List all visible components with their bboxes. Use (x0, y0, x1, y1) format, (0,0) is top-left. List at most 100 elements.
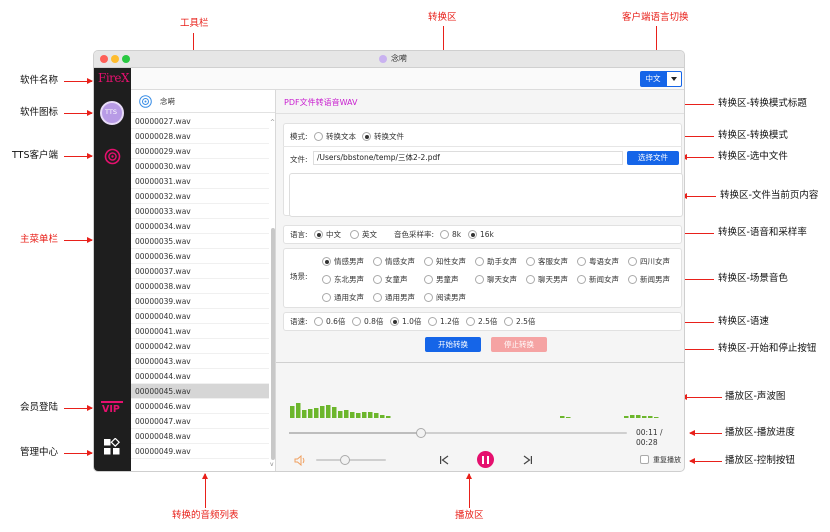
file-list-item[interactable]: 00000049.wav (131, 444, 269, 459)
file-list-item[interactable]: 00000040.wav (131, 309, 269, 324)
language-dropdown[interactable] (666, 71, 682, 87)
voice-radio[interactable] (526, 275, 535, 284)
annotation-r-controls: 播放区-控制按钮 (725, 455, 795, 466)
mode-file-radio[interactable] (362, 132, 371, 141)
tts-client-icon[interactable] (104, 148, 121, 165)
file-list-scrollbar[interactable]: ^ v (270, 120, 276, 470)
wave-bar (356, 413, 361, 418)
file-list-item[interactable]: 00000038.wav (131, 279, 269, 294)
lang-en-radio[interactable] (350, 230, 359, 239)
speed-radio[interactable] (466, 317, 475, 326)
annotation-r-file: 转换区-选中文件 (718, 151, 788, 162)
voice-radio[interactable] (628, 257, 637, 266)
file-list-item[interactable]: 00000029.wav (131, 144, 269, 159)
zoom-window-button[interactable] (122, 55, 130, 63)
previous-icon[interactable] (438, 454, 450, 466)
voice-radio[interactable] (424, 293, 433, 302)
language-button[interactable]: 中文 (640, 71, 666, 87)
voice-radio[interactable] (526, 257, 535, 266)
voice-label: 助手女声 (487, 257, 517, 266)
voice-radio[interactable] (577, 257, 586, 266)
progress-track[interactable] (289, 428, 627, 438)
tts-app-icon[interactable]: TTS (100, 101, 124, 125)
scroll-up-icon[interactable]: ^ (270, 120, 275, 126)
tts-label: TTS (105, 108, 117, 116)
rate-8k-radio[interactable] (440, 230, 449, 239)
file-label: 文件: (290, 155, 308, 164)
voice-radio[interactable] (424, 275, 433, 284)
voice-radio[interactable] (322, 275, 331, 284)
wave-bar (308, 409, 313, 418)
file-list-item[interactable]: 00000042.wav (131, 339, 269, 354)
file-list-item[interactable]: 00000043.wav (131, 354, 269, 369)
progress-fill (289, 432, 421, 434)
file-list-item[interactable]: 00000031.wav (131, 174, 269, 189)
scroll-down-icon[interactable]: v (270, 462, 274, 468)
voice-radio[interactable] (322, 293, 331, 302)
file-list-item[interactable]: 00000039.wav (131, 294, 269, 309)
file-list-item[interactable]: 00000048.wav (131, 429, 269, 444)
minimize-window-button[interactable] (111, 55, 119, 63)
mode-text-radio[interactable] (314, 132, 323, 141)
start-convert-button[interactable]: 开始转换 (425, 337, 481, 352)
pause-icon (482, 455, 484, 464)
voice-label: 聊天女声 (487, 275, 517, 284)
file-list-item[interactable]: 00000027.wav (131, 114, 269, 129)
speed-radio[interactable] (504, 317, 513, 326)
file-list-item[interactable]: 00000046.wav (131, 399, 269, 414)
vip-login-button[interactable]: VIP (101, 401, 123, 417)
file-list-item[interactable]: 00000035.wav (131, 234, 269, 249)
speed-label: 语速: (290, 317, 308, 326)
voice-radio[interactable] (475, 275, 484, 284)
voice-radio[interactable] (322, 257, 331, 266)
speed-radio[interactable] (390, 317, 399, 326)
file-list-item[interactable]: 00000032.wav (131, 189, 269, 204)
speed-radio[interactable] (352, 317, 361, 326)
scene-label: 场景: (290, 272, 308, 281)
voice-radio[interactable] (424, 257, 433, 266)
file-path-input[interactable]: /Users/bbstone/temp/三体2-2.pdf (313, 151, 623, 165)
file-list-item[interactable]: 00000045.wav (131, 384, 269, 399)
page-content-area[interactable] (289, 173, 683, 217)
file-list-item[interactable]: 00000036.wav (131, 249, 269, 264)
file-list-item[interactable]: 00000044.wav (131, 369, 269, 384)
choose-file-button[interactable]: 选择文件 (627, 151, 679, 165)
lang-en-label: 英文 (362, 230, 377, 239)
voice-radio[interactable] (373, 257, 382, 266)
file-list-item[interactable]: 00000041.wav (131, 324, 269, 339)
volume-icon[interactable] (294, 455, 307, 466)
speed-radio[interactable] (314, 317, 323, 326)
voice-radio[interactable] (475, 257, 484, 266)
voice-label: 情感男声 (334, 257, 364, 266)
file-list-item[interactable]: 00000030.wav (131, 159, 269, 174)
progress-thumb[interactable] (415, 428, 426, 438)
pause-icon-bar (487, 455, 489, 464)
lang-zh-radio[interactable] (314, 230, 323, 239)
stop-convert-button[interactable]: 停止转换 (491, 337, 547, 352)
next-icon[interactable] (522, 454, 534, 466)
pause-button[interactable] (477, 451, 494, 468)
file-list-item[interactable]: 00000034.wav (131, 219, 269, 234)
voice-radio[interactable] (373, 275, 382, 284)
wave-bar (374, 413, 379, 418)
manage-center-icon[interactable] (103, 438, 121, 456)
speed-label-item: 0.8倍 (364, 317, 384, 326)
scrollbar-thumb[interactable] (271, 228, 275, 460)
voice-radio[interactable] (628, 275, 637, 284)
voice-label: 男童声 (436, 275, 459, 284)
wave-bar (332, 407, 337, 418)
voice-radio[interactable] (577, 275, 586, 284)
repeat-checkbox[interactable] (640, 455, 649, 464)
speed-radio[interactable] (428, 317, 437, 326)
file-list-item[interactable]: 00000047.wav (131, 414, 269, 429)
file-list-item[interactable]: 00000033.wav (131, 204, 269, 219)
file-list-item[interactable]: 00000037.wav (131, 264, 269, 279)
voice-radio[interactable] (373, 293, 382, 302)
file-list-item[interactable]: 00000028.wav (131, 129, 269, 144)
rate-16k-radio[interactable] (468, 230, 477, 239)
close-window-button[interactable] (100, 55, 108, 63)
rate-8k-label: 8k (452, 230, 462, 239)
volume-thumb[interactable] (340, 455, 351, 465)
volume-track[interactable] (316, 455, 386, 465)
divider (276, 362, 684, 363)
